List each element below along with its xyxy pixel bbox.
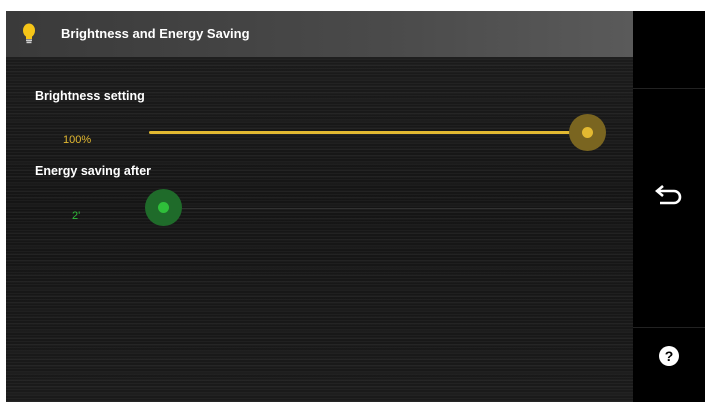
rail-divider-bottom xyxy=(633,327,705,328)
back-arrow-icon xyxy=(655,185,682,205)
help-icon: ? xyxy=(659,346,679,366)
brightness-slider-thumb[interactable] xyxy=(569,114,606,151)
side-rail: ? xyxy=(633,11,705,402)
energy-saving-label: Energy saving after xyxy=(35,164,152,178)
page-title: Brightness and Energy Saving xyxy=(61,26,250,41)
rail-divider-top xyxy=(633,88,705,89)
brightness-label: Brightness setting xyxy=(35,89,145,103)
brightness-thumb-dot xyxy=(582,127,593,138)
help-button[interactable]: ? xyxy=(633,336,705,376)
brightness-slider-track[interactable] xyxy=(149,131,589,134)
energy-slider-thumb[interactable] xyxy=(145,189,182,226)
back-button[interactable] xyxy=(633,157,705,233)
brightness-value: 100% xyxy=(63,134,92,146)
lightbulb-icon xyxy=(23,23,35,44)
energy-slider-track[interactable] xyxy=(164,208,633,209)
settings-panel: Brightness and Energy Saving Brightness … xyxy=(6,11,633,402)
title-bar: Brightness and Energy Saving xyxy=(6,11,633,57)
energy-thumb-dot xyxy=(158,202,169,213)
svg-text:?: ? xyxy=(665,348,674,364)
device-screen: Brightness and Energy Saving Brightness … xyxy=(6,11,705,402)
energy-saving-value: 2' xyxy=(72,210,81,222)
